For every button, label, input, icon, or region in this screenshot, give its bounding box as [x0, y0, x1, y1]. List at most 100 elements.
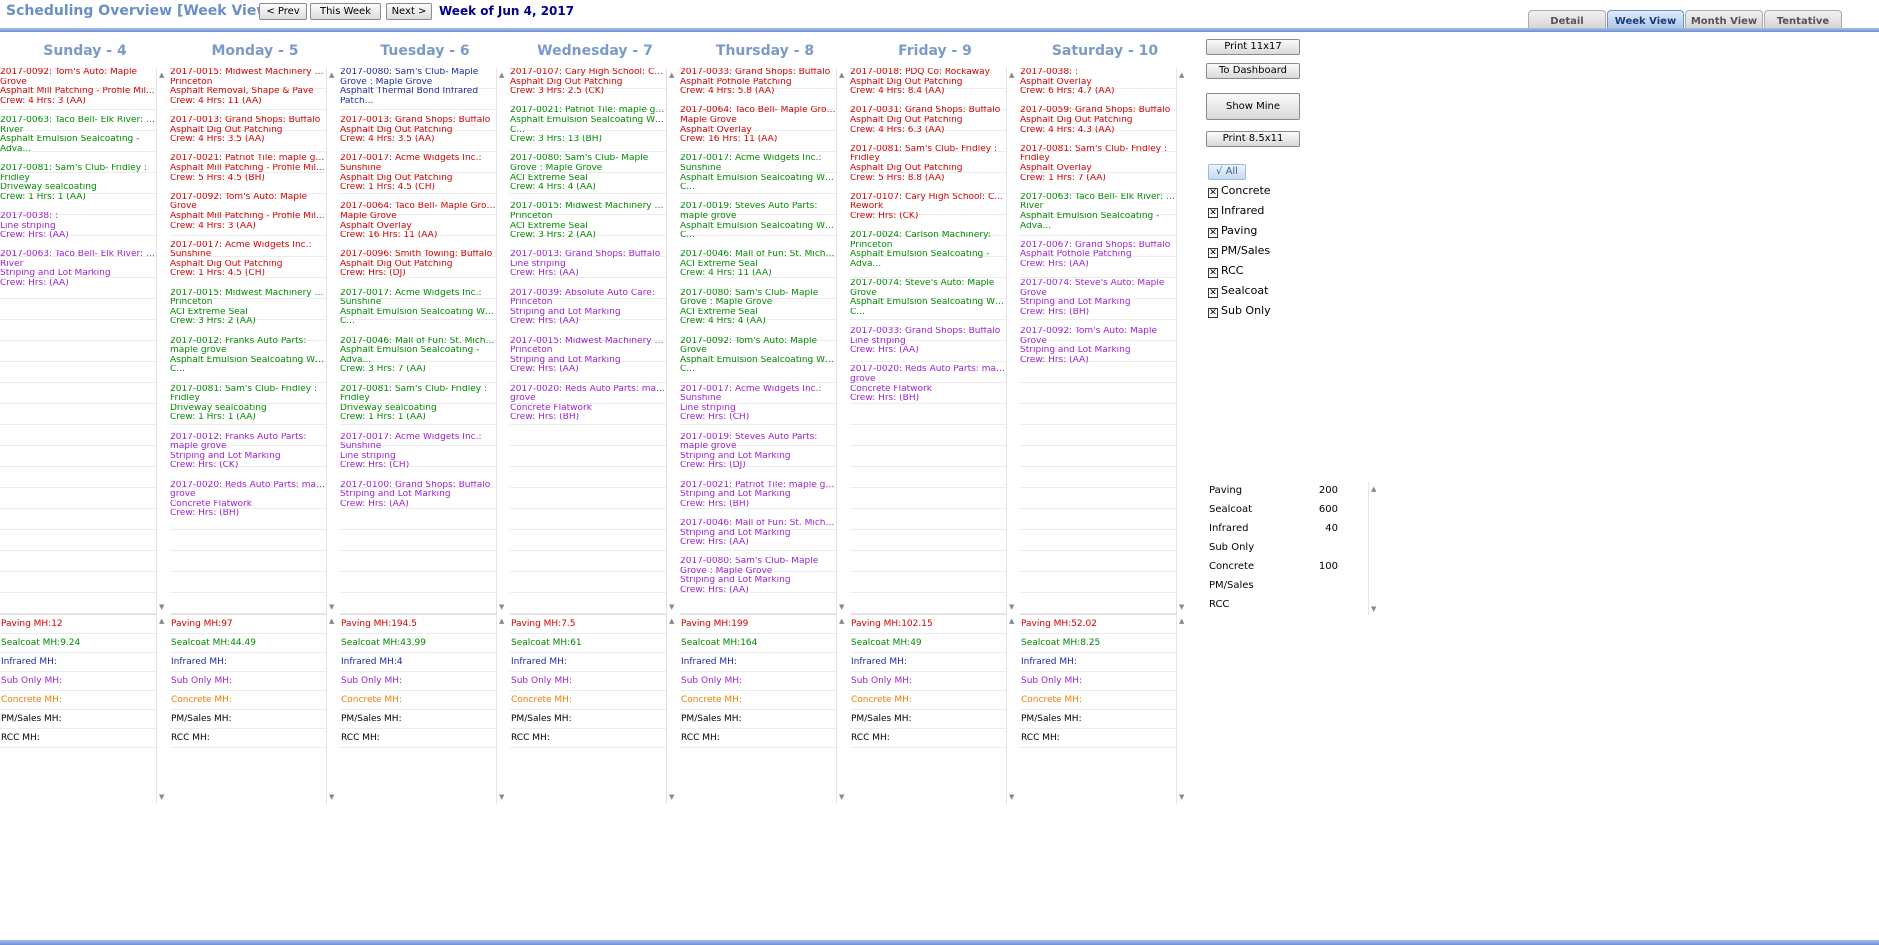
- scroll-up-icon[interactable]: ▲: [499, 617, 504, 625]
- this-week-button[interactable]: This Week: [310, 3, 381, 20]
- job-entry[interactable]: 2017-0015: Midwest Machinery Co. Princeto…: [510, 202, 666, 240]
- job-entry[interactable]: 2017-0100: Grand Shops: Buffalo Striping …: [340, 481, 496, 510]
- prev-week-button[interactable]: < Prev: [259, 3, 307, 20]
- scroll-up-icon[interactable]: ▲: [159, 71, 164, 79]
- filter-paving[interactable]: ✕ Paving: [1208, 224, 1257, 238]
- job-entry[interactable]: 2017-0092: Tom's Auto: Maple Grove Stripin…: [1020, 327, 1176, 365]
- filter-infrared[interactable]: ✕ Infrared: [1208, 204, 1264, 218]
- job-entry[interactable]: 2017-0038: : Line striping Crew: Hrs: (AA): [0, 212, 156, 241]
- scroll-down-icon[interactable]: ▼: [499, 603, 504, 611]
- day-jobs-list[interactable]: 2017-0107: Cary High School: Cary Asphalt…: [510, 68, 666, 614]
- job-entry[interactable]: 2017-0012: Franks Auto Parts: maple grove…: [170, 433, 326, 471]
- job-entry[interactable]: 2017-0039: Absolute Auto Care: Princeton S…: [510, 289, 666, 327]
- checkbox-icon[interactable]: ✕: [1208, 308, 1218, 318]
- job-entry[interactable]: 2017-0021: Patriot Tile: maple grove Stri…: [680, 481, 836, 510]
- scroll-down-icon[interactable]: ▼: [669, 603, 674, 611]
- select-all-button[interactable]: √ All: [1208, 164, 1246, 180]
- job-entry[interactable]: 2017-0017: Acme Widgets Inc.: Sunshine Asp…: [170, 241, 326, 279]
- next-week-button[interactable]: Next >: [386, 3, 432, 20]
- job-entry[interactable]: 2017-0046: Mall of Fun: St. Michael Strip…: [680, 519, 836, 548]
- scroll-up-icon[interactable]: ▲: [839, 617, 844, 625]
- job-entry[interactable]: 2017-0059: Grand Shops: Buffalo Asphalt D…: [1020, 106, 1176, 135]
- checkbox-icon[interactable]: ✕: [1208, 208, 1218, 218]
- day-manhours-scrollbar[interactable]: ▲ ▼: [156, 614, 168, 804]
- day-list-scrollbar[interactable]: ▲ ▼: [1006, 68, 1018, 614]
- scroll-down-icon[interactable]: ▼: [329, 603, 334, 611]
- job-entry[interactable]: 2017-0063: Taco Bell- Elk River: Elk Rive…: [0, 250, 156, 288]
- scroll-down-icon[interactable]: ▼: [839, 793, 844, 801]
- job-entry[interactable]: 2017-0067: Grand Shops: Buffalo Asphalt P…: [1020, 241, 1176, 270]
- scroll-up-icon[interactable]: ▲: [499, 71, 504, 79]
- scroll-up-icon[interactable]: ▲: [329, 617, 334, 625]
- job-entry[interactable]: 2017-0064: Taco Bell- Maple Grove: Maple …: [680, 106, 836, 144]
- job-entry[interactable]: 2017-0017: Acme Widgets Inc.: Sunshine Asp…: [680, 154, 836, 192]
- day-manhours-scrollbar[interactable]: ▲ ▼: [1176, 614, 1188, 804]
- to-dashboard-button[interactable]: To Dashboard: [1206, 63, 1300, 79]
- scroll-down-icon[interactable]: ▼: [1009, 603, 1014, 611]
- job-entry[interactable]: 2017-0021: Patriot Tile: maple grove Asph…: [170, 154, 326, 183]
- job-entry[interactable]: 2017-0080: Sam's Club- Maple Grove : Mapl…: [510, 154, 666, 192]
- job-entry[interactable]: 2017-0031: Grand Shops: Buffalo Asphalt D…: [850, 106, 1006, 135]
- job-entry[interactable]: 2017-0046: Mall of Fun: St. Michael Aspha…: [340, 337, 496, 375]
- show-mine-button[interactable]: Show Mine: [1206, 93, 1300, 120]
- job-entry[interactable]: 2017-0024: Carlson Machinery: Princeton As…: [850, 231, 1006, 269]
- scroll-down-icon[interactable]: ▼: [159, 793, 164, 801]
- job-entry[interactable]: 2017-0063: Taco Bell- Elk River: Elk Rive…: [1020, 193, 1176, 231]
- filter-sub-only[interactable]: ✕ Sub Only: [1208, 304, 1271, 318]
- day-jobs-list[interactable]: 2017-0092: Tom's Auto: Maple Grove Asphalt…: [0, 68, 156, 614]
- day-manhours-scrollbar[interactable]: ▲ ▼: [496, 614, 508, 804]
- job-entry[interactable]: 2017-0020: Reds Auto Parts: maple grove Co…: [510, 385, 666, 423]
- scroll-down-icon[interactable]: ▼: [839, 603, 844, 611]
- job-entry[interactable]: 2017-0018: PDQ Co: Rockaway Asphalt Dig O…: [850, 68, 1006, 97]
- job-entry[interactable]: 2017-0017: Acme Widgets Inc.: Sunshine Asp…: [340, 154, 496, 192]
- scroll-up-icon[interactable]: ▲: [159, 617, 164, 625]
- day-jobs-list[interactable]: 2017-0033: Grand Shops: Buffalo Asphalt P…: [680, 68, 836, 614]
- scroll-up-icon[interactable]: ▲: [329, 71, 334, 79]
- filter-rcc[interactable]: ✕ RCC: [1208, 264, 1243, 278]
- job-entry[interactable]: 2017-0064: Taco Bell- Maple Grove: Maple …: [340, 202, 496, 240]
- summary-scrollbar[interactable]: ▲ ▼: [1368, 483, 1380, 615]
- print-8-5x11-button[interactable]: Print 8.5x11: [1206, 131, 1300, 147]
- day-manhours-scrollbar[interactable]: ▲ ▼: [666, 614, 678, 804]
- scroll-up-icon[interactable]: ▲: [839, 71, 844, 79]
- job-entry[interactable]: 2017-0096: Smith Towing: Buffalo Asphalt …: [340, 250, 496, 279]
- tab-month-view[interactable]: Month View: [1685, 10, 1763, 30]
- day-list-scrollbar[interactable]: ▲ ▼: [1176, 68, 1188, 614]
- scroll-down-icon[interactable]: ▼: [1009, 793, 1014, 801]
- day-list-scrollbar[interactable]: ▲ ▼: [326, 68, 338, 614]
- scroll-up-icon[interactable]: ▲: [1179, 71, 1184, 79]
- job-entry[interactable]: 2017-0074: Steve's Auto: Maple Grove Aspha…: [850, 279, 1006, 317]
- job-entry[interactable]: 2017-0013: Grand Shops: Buffalo Asphalt D…: [340, 116, 496, 145]
- job-entry[interactable]: 2017-0013: Grand Shops: Buffalo Asphalt D…: [170, 116, 326, 145]
- job-entry[interactable]: 2017-0107: Cary High School: Cary Rework C…: [850, 193, 1006, 222]
- scroll-down-icon[interactable]: ▼: [499, 793, 504, 801]
- day-manhours-scrollbar[interactable]: ▲ ▼: [1006, 614, 1018, 804]
- checkbox-icon[interactable]: ✕: [1208, 288, 1218, 298]
- job-entry[interactable]: 2017-0080: Sam's Club- Maple Grove : Mapl…: [680, 289, 836, 327]
- day-manhours-scrollbar[interactable]: ▲ ▼: [836, 614, 848, 804]
- job-entry[interactable]: 2017-0046: Mall of Fun: St. Michael ACI E…: [680, 250, 836, 279]
- filter-sealcoat[interactable]: ✕ Sealcoat: [1208, 284, 1268, 298]
- day-jobs-list[interactable]: 2017-0015: Midwest Machinery Co. Princeto…: [170, 68, 326, 614]
- checkbox-icon[interactable]: ✕: [1208, 248, 1218, 258]
- tab-tentative[interactable]: Tentative: [1764, 10, 1842, 30]
- job-entry[interactable]: 2017-0020: Reds Auto Parts: maple grove Co…: [170, 481, 326, 519]
- job-entry[interactable]: 2017-0033: Grand Shops: Buffalo Asphalt P…: [680, 68, 836, 97]
- job-entry[interactable]: 2017-0038: : Asphalt Overlay Crew: 6 Hrs: …: [1020, 68, 1176, 97]
- scroll-down-icon[interactable]: ▼: [159, 603, 164, 611]
- print-11x17-button[interactable]: Print 11x17: [1206, 39, 1300, 55]
- job-entry[interactable]: 2017-0092: Tom's Auto: Maple Grove Asphalt…: [0, 68, 156, 106]
- day-manhours-scrollbar[interactable]: ▲ ▼: [326, 614, 338, 804]
- scroll-down-icon[interactable]: ▼: [1371, 605, 1376, 613]
- day-jobs-list[interactable]: 2017-0018: PDQ Co: Rockaway Asphalt Dig O…: [850, 68, 1006, 614]
- job-entry[interactable]: 2017-0015: Midwest Machinery Co. Princeto…: [170, 68, 326, 106]
- job-entry[interactable]: 2017-0107: Cary High School: Cary Asphalt…: [510, 68, 666, 97]
- tab-week-view[interactable]: Week View: [1607, 10, 1684, 30]
- job-entry[interactable]: 2017-0080: Sam's Club- Maple Grove : Mapl…: [680, 557, 836, 595]
- day-list-scrollbar[interactable]: ▲ ▼: [836, 68, 848, 614]
- scroll-down-icon[interactable]: ▼: [1179, 603, 1184, 611]
- job-entry[interactable]: 2017-0080: Sam's Club- Maple Grove : Mapl…: [340, 68, 496, 106]
- job-entry[interactable]: 2017-0033: Grand Shops: Buffalo Line stri…: [850, 327, 1006, 356]
- job-entry[interactable]: 2017-0081: Sam's Club- Fridley : Fridley D…: [0, 164, 156, 202]
- job-entry[interactable]: 2017-0019: Steves Auto Parts: maple grove…: [680, 433, 836, 471]
